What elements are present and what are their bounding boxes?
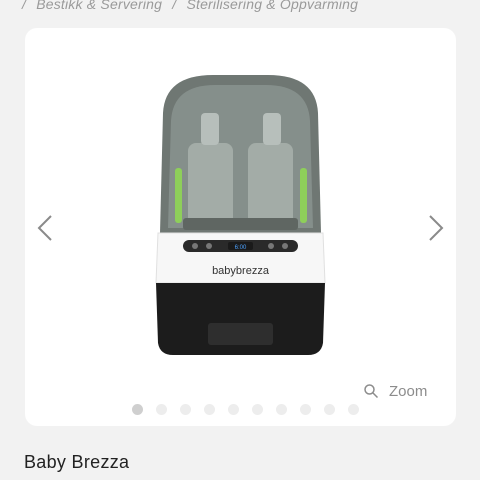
carousel-dot[interactable] [156,404,167,415]
breadcrumb-item-sterilisering[interactable]: Sterilisering & Oppvarming [186,0,358,12]
zoom-label: Zoom [389,382,428,400]
breadcrumb-item-bestikk[interactable]: Bestikk & Servering [36,0,162,12]
carousel-dot[interactable] [180,404,191,415]
breadcrumb: / Bestikk & Servering / Sterilisering & … [22,0,364,16]
carousel-dots [132,404,359,416]
carousel-dot[interactable] [348,404,359,415]
carousel-dot[interactable] [276,404,287,415]
carousel-dot[interactable] [204,404,215,415]
breadcrumb-separator: / [22,0,27,12]
carousel-dot[interactable] [132,404,143,415]
previous-image-button[interactable] [35,213,57,243]
carousel-dot[interactable] [324,404,335,415]
carousel-dot[interactable] [252,404,263,415]
product-logo: babybrezza [212,265,270,277]
breadcrumb-separator: / [172,0,177,12]
carousel-dot[interactable] [228,404,239,415]
next-image-button[interactable] [424,213,446,243]
chevron-left-icon [37,215,52,241]
image-gallery: 6:00 babybrezza Zoom [25,28,456,426]
display-readout: 6:00 [235,245,247,251]
product-image[interactable]: 6:00 babybrezza [153,73,328,358]
carousel-dot[interactable] [300,404,311,415]
zoom-button[interactable]: Zoom [363,380,427,402]
magnifier-icon [364,384,379,399]
product-title: Baby Brezza [24,452,130,472]
chevron-right-icon [429,215,444,241]
